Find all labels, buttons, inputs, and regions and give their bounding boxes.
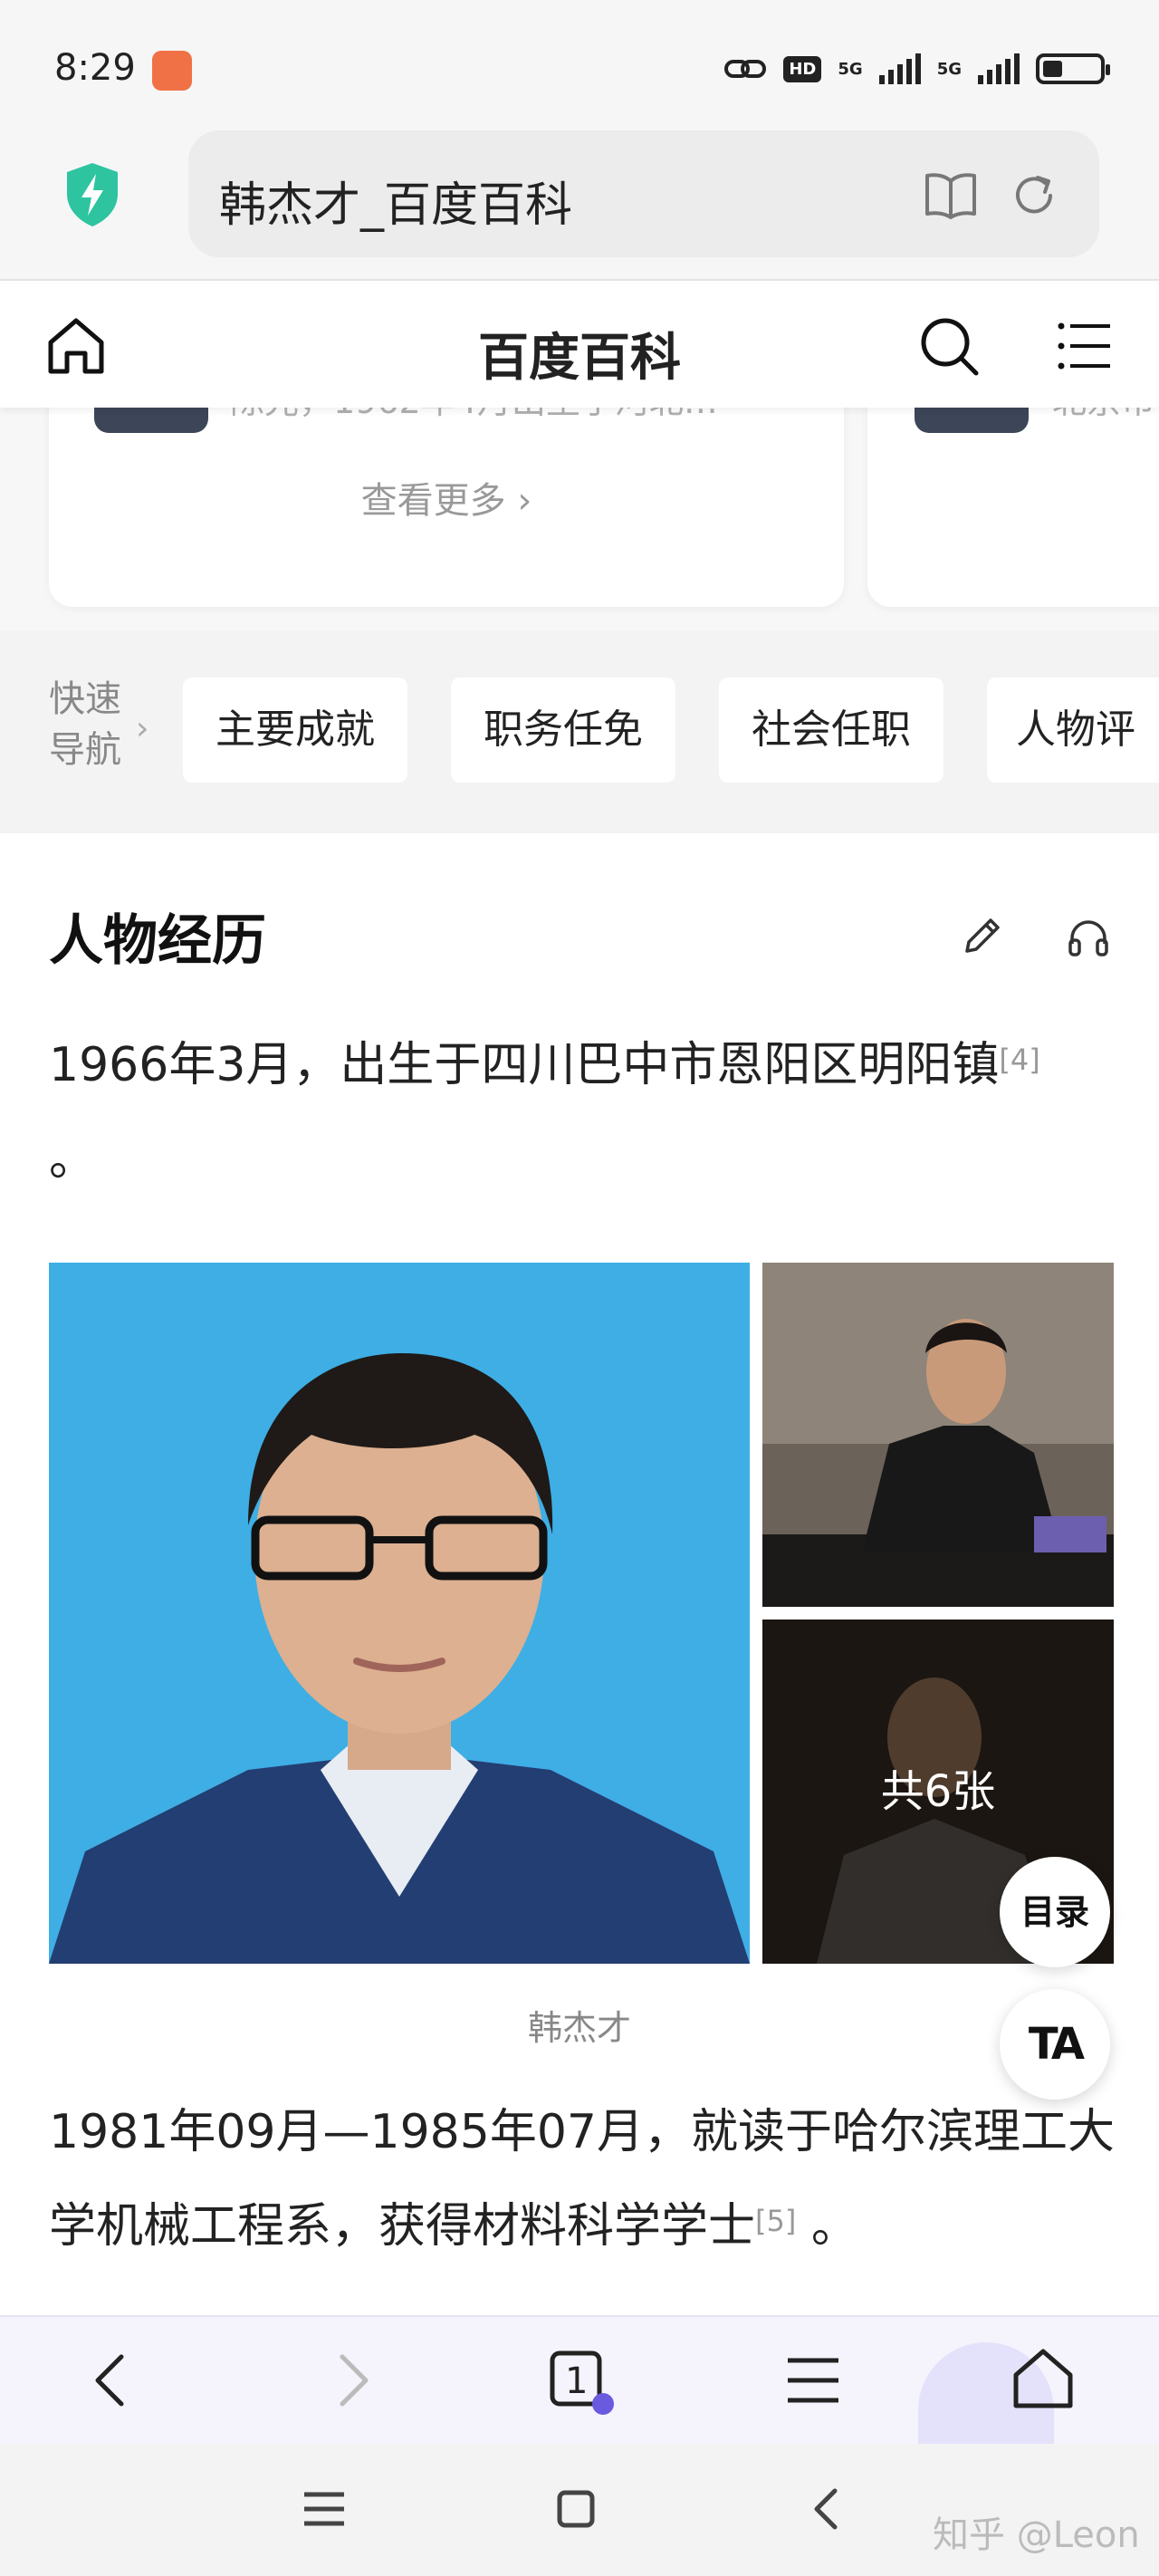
menu-icon[interactable] [1056, 317, 1114, 375]
related-card[interactable]: 北京市 [867, 408, 1159, 607]
edit-icon[interactable] [960, 913, 1005, 958]
page-title[interactable]: 韩杰才_百度百科 [219, 167, 572, 235]
paragraph-text: 。 [49, 1132, 97, 1187]
network-type-label: 5G [838, 59, 863, 79]
signal-icon [878, 53, 921, 84]
forward-icon[interactable] [313, 2344, 386, 2417]
quick-nav-item[interactable]: 人物评 [987, 678, 1159, 783]
see-more-link[interactable]: 查看更多 › [49, 471, 844, 524]
search-icon[interactable] [916, 313, 982, 379]
paragraph-text: 1981年09月—1985年07月，就读于哈尔滨理工大学机械工程系，获得材料科学… [49, 2105, 1116, 2254]
reference-link[interactable]: [5] [755, 2204, 796, 2238]
status-indicators: HD 5G 5G [723, 51, 1110, 87]
gallery-image [762, 1263, 1114, 1607]
back-icon[interactable] [78, 2344, 150, 2417]
reference-link[interactable]: [4] [999, 1043, 1039, 1077]
quick-nav-item[interactable]: 社会任职 [719, 678, 943, 783]
quick-nav-label-line[interactable]: 快速 [49, 674, 130, 725]
gallery-thumbnail[interactable] [762, 1263, 1114, 1607]
paragraph-text: 。 [796, 2199, 858, 2254]
section-title: 人物经历 [49, 909, 266, 973]
related-card-snippet: 北京市 [1052, 408, 1155, 423]
ta-button[interactable]: TA [1000, 1989, 1110, 2100]
shield-icon[interactable] [63, 161, 121, 228]
related-card-snippet: 陈光，1962年4月出生于河北… [230, 408, 718, 423]
headphones-icon[interactable] [1065, 913, 1112, 960]
app-notification-icon [152, 51, 192, 91]
quick-nav-item[interactable]: 主要成就 [183, 678, 407, 783]
quick-navigation: 快速 导航 › 主要成就 职务任免 社会任职 人物评 [0, 630, 1159, 833]
signal-icon-2 [978, 53, 1020, 84]
status-bar: 8:29 HD 5G 5G [0, 0, 1159, 136]
avatar [915, 408, 1029, 433]
related-people: 陈光，1962年4月出生于河北… 查看更多 › 北京市 [0, 408, 1159, 630]
chevron-right-icon: › [517, 480, 532, 522]
back-button-icon[interactable] [799, 2480, 857, 2538]
tab-count: 1 [565, 2360, 589, 2402]
avatar [94, 408, 208, 433]
portrait-photo[interactable] [49, 1263, 750, 1964]
battery-level [1043, 61, 1062, 77]
home-button-icon[interactable] [547, 2480, 605, 2538]
site-title: 百度百科 [478, 329, 681, 388]
battery-icon [1036, 53, 1110, 84]
link-icon [724, 60, 767, 78]
book-icon[interactable] [924, 170, 978, 219]
status-time: 8:29 [54, 47, 136, 89]
table-of-contents-button[interactable]: 目录 [1000, 1857, 1110, 1967]
quick-nav-label-line[interactable]: 导航 [49, 725, 130, 775]
browser-address-row: 韩杰才_百度百科 [0, 118, 1159, 281]
hd-voice-icon: HD [783, 55, 822, 82]
photo-caption: 韩杰才 [527, 2008, 631, 2048]
tabs-icon[interactable]: 1 [543, 2344, 616, 2417]
paragraph: 1966年3月，出生于四川巴中市恩阳区明阳镇[4] 。 [49, 1018, 1117, 1206]
reload-icon[interactable] [1009, 170, 1059, 221]
baike-header: 百度百科 [0, 284, 1159, 408]
related-card[interactable]: 陈光，1962年4月出生于河北… 查看更多 › [49, 408, 844, 607]
see-more-label[interactable]: 查看更多 [361, 480, 506, 522]
network-type-label-2: 5G [936, 59, 962, 79]
quick-nav-item[interactable]: 职务任免 [451, 678, 675, 783]
paragraph-text: 1966年3月，出生于四川巴中市恩阳区明阳镇 [49, 1038, 1000, 1092]
watermark: 知乎 @Leon [933, 2514, 1140, 2556]
menu-icon[interactable] [777, 2344, 849, 2417]
quick-nav-label[interactable]: 快速 导航 [49, 674, 130, 775]
address-bar[interactable]: 韩杰才_百度百科 [188, 130, 1099, 257]
recent-apps-icon[interactable] [295, 2480, 353, 2538]
chevron-right-icon: › [136, 710, 149, 747]
home-icon[interactable] [1007, 2342, 1079, 2415]
portrait-image [49, 1353, 750, 1964]
paragraph: 1981年09月—1985年07月，就读于哈尔滨理工大学机械工程系，获得材料科学… [49, 2085, 1117, 2273]
